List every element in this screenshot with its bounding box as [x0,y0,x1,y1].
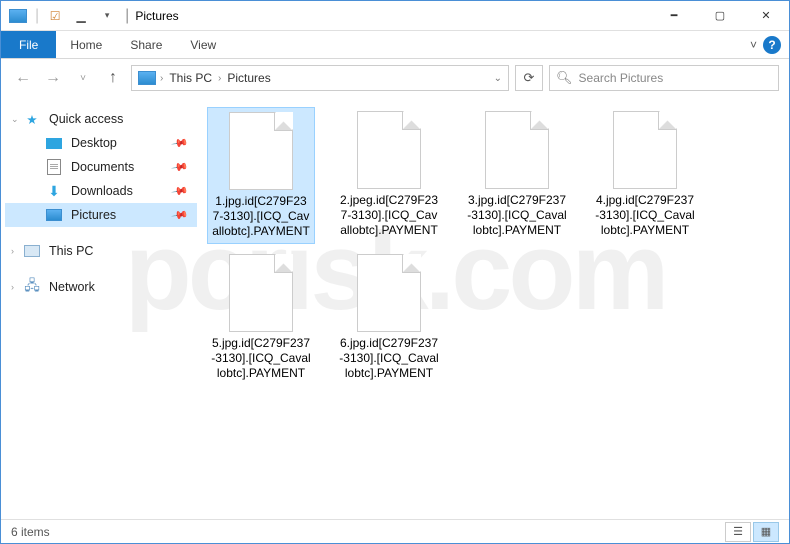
titlebar: | ☑ ▁ ▾ | Pictures ━ ▢ ✕ [1,1,789,31]
address-dropdown-icon[interactable]: ⌄ [494,73,502,84]
tab-file[interactable]: File [1,31,56,58]
navigation-bar: ← → ˅ ↑ › This PC › Pictures ⌄ ⟳ 🔍︎ Sear… [1,59,789,97]
file-name: 3.jpg.id[C279F237-3130].[ICQ_Cavallobtc]… [467,193,567,238]
search-placeholder: Search Pictures [579,71,664,85]
pin-icon: 📌 [171,206,190,225]
view-icons-button[interactable]: ▦ [753,522,779,542]
pin-icon: 📌 [171,158,190,177]
file-item[interactable]: 5.jpg.id[C279F237-3130].[ICQ_Cavallobtc]… [207,250,315,385]
sidebar-item-this-pc[interactable]: › This PC [5,239,197,263]
folder-icon [138,71,156,85]
close-button[interactable]: ✕ [743,1,789,31]
file-name: 4.jpg.id[C279F237-3130].[ICQ_Cavallobtc]… [595,193,695,238]
sidebar-label: Pictures [71,208,116,222]
network-icon: 🖧 [23,275,41,299]
file-item[interactable]: 1.jpg.id[C279F237-3130].[ICQ_Cavallobtc]… [207,107,315,244]
pin-icon: 📌 [171,182,190,201]
view-details-button[interactable]: ☰ [725,522,751,542]
pc-icon [24,245,40,257]
file-item[interactable]: 6.jpg.id[C279F237-3130].[ICQ_Cavallobtc]… [335,250,443,385]
expand-icon[interactable]: › [11,246,14,256]
pictures-icon [46,209,62,221]
search-icon: 🔍︎ [556,70,573,86]
maximize-button[interactable]: ▢ [697,1,743,31]
file-icon [357,254,421,332]
help-icon[interactable]: ? [763,36,781,54]
sidebar-label: Downloads [71,184,133,198]
file-item[interactable]: 2.jpeg.id[C279F237-3130].[ICQ_Cavallobtc… [335,107,443,244]
back-button[interactable]: ← [11,66,35,90]
search-input[interactable]: 🔍︎ Search Pictures [549,65,779,91]
forward-button[interactable]: → [41,66,65,90]
file-item[interactable]: 4.jpg.id[C279F237-3130].[ICQ_Cavallobtc]… [591,107,699,244]
sidebar-label: This PC [49,244,93,258]
sidebar-item-downloads[interactable]: ⬇ Downloads 📌 [5,179,197,203]
window-title: Pictures [135,9,178,23]
explorer-icon [9,9,27,23]
desktop-icon [46,138,62,149]
collapse-icon[interactable]: ⌄ [11,114,19,125]
tab-home[interactable]: Home [56,31,116,58]
file-icon [229,254,293,332]
file-name: 5.jpg.id[C279F237-3130].[ICQ_Cavallobtc]… [211,336,311,381]
status-text: 6 items [11,525,50,539]
file-name: 2.jpeg.id[C279F237-3130].[ICQ_Cavallobtc… [339,193,439,238]
separator: | [35,7,39,25]
ribbon: File Home Share View ˅ ? [1,31,789,59]
minimize-button[interactable]: ━ [651,1,697,31]
file-name: 1.jpg.id[C279F237-3130].[ICQ_Cavallobtc]… [212,194,310,239]
file-icon [357,111,421,189]
sidebar-label: Network [49,280,95,294]
file-icon [485,111,549,189]
tab-view[interactable]: View [176,31,230,58]
status-bar: 6 items ☰ ▦ [1,519,789,543]
file-list[interactable]: 1.jpg.id[C279F237-3130].[ICQ_Cavallobtc]… [201,97,789,519]
qat-dropdown-icon[interactable]: ▾ [95,5,119,27]
file-icon [229,112,293,190]
address-bar[interactable]: › This PC › Pictures ⌄ [131,65,509,91]
download-icon: ⬇ [45,183,63,200]
sidebar-item-pictures[interactable]: Pictures 📌 [5,203,197,227]
recent-dropdown-icon[interactable]: ˅ [71,66,95,90]
file-icon [613,111,677,189]
navigation-pane: ⌄ ★ Quick access Desktop 📌 Documents 📌 ⬇… [1,97,201,519]
document-icon [47,159,61,175]
sidebar-item-quick-access[interactable]: ⌄ ★ Quick access [5,107,197,131]
expand-icon[interactable]: › [11,282,14,292]
ribbon-expand-icon[interactable]: ˅ [750,38,757,52]
pin-icon: 📌 [171,134,190,153]
file-name: 6.jpg.id[C279F237-3130].[ICQ_Cavallobtc]… [339,336,439,381]
star-icon: ★ [23,112,41,127]
chevron-right-icon[interactable]: › [218,73,221,84]
qat-new-folder-icon[interactable]: ▁ [69,5,93,27]
separator: | [125,7,129,25]
breadcrumb-this-pc[interactable]: This PC [167,71,214,85]
sidebar-item-desktop[interactable]: Desktop 📌 [5,131,197,155]
qat-properties-icon[interactable]: ☑ [43,5,67,27]
sidebar-item-documents[interactable]: Documents 📌 [5,155,197,179]
sidebar-label: Quick access [49,112,123,126]
sidebar-label: Documents [71,160,134,174]
tab-share[interactable]: Share [116,31,176,58]
sidebar-item-network[interactable]: › 🖧 Network [5,275,197,299]
sidebar-label: Desktop [71,136,117,150]
breadcrumb-pictures[interactable]: Pictures [225,71,272,85]
chevron-right-icon[interactable]: › [160,73,163,84]
refresh-button[interactable]: ⟳ [515,65,543,91]
file-item[interactable]: 3.jpg.id[C279F237-3130].[ICQ_Cavallobtc]… [463,107,571,244]
quick-access-toolbar: ☑ ▁ ▾ [43,5,119,27]
up-button[interactable]: ↑ [101,66,125,90]
